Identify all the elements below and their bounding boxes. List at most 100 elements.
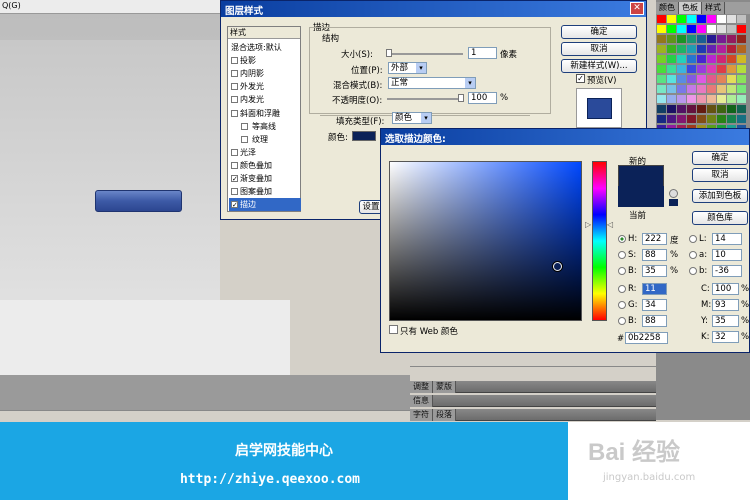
radio-rgb-1[interactable] (618, 301, 626, 309)
input-cmyk-0[interactable]: 100 (712, 283, 739, 295)
radio-rgb-0[interactable] (618, 285, 626, 293)
radio-lab-0[interactable] (689, 235, 697, 243)
cancel-button[interactable]: 取消 (561, 42, 637, 56)
color-swatch[interactable] (677, 105, 686, 113)
style-checkbox[interactable] (231, 161, 238, 169)
color-swatch[interactable] (657, 55, 666, 63)
picker-ok-button[interactable]: 确定 (692, 151, 748, 165)
ok-button[interactable]: 确定 (561, 25, 637, 39)
color-swatch[interactable] (717, 95, 726, 103)
color-swatch[interactable] (717, 25, 726, 33)
style-item[interactable]: 等高线 (229, 120, 301, 133)
style-item[interactable]: 外发光 (229, 80, 301, 93)
hue-arrow-left-icon[interactable]: ▷ (585, 220, 591, 229)
color-swatch[interactable] (717, 105, 726, 113)
tab-character[interactable]: 字符 (410, 409, 433, 421)
color-swatch[interactable] (737, 115, 746, 123)
style-checkbox[interactable] (241, 135, 248, 143)
style-checkbox[interactable] (231, 148, 238, 156)
fill-type-select[interactable]: 颜色 ▾ (392, 112, 432, 124)
color-swatch[interactable] (657, 45, 666, 53)
color-swatch[interactable] (727, 105, 736, 113)
style-checkbox[interactable] (231, 188, 238, 196)
color-swatch[interactable] (727, 55, 736, 63)
color-swatch[interactable] (727, 95, 736, 103)
color-swatch[interactable] (667, 45, 676, 53)
size-input[interactable]: 1 (468, 47, 497, 59)
hex-input[interactable]: 0b2258 (625, 332, 668, 344)
tab-swatches[interactable]: 色板 (679, 2, 702, 14)
color-swatch[interactable] (677, 95, 686, 103)
color-swatch[interactable] (677, 45, 686, 53)
tab-color[interactable]: 颜色 (656, 2, 679, 14)
color-swatch[interactable] (687, 15, 696, 23)
style-item[interactable]: 内阴影 (229, 67, 301, 80)
color-swatch[interactable] (667, 25, 676, 33)
color-swatch[interactable] (687, 65, 696, 73)
new-style-button[interactable]: 新建样式(W)... (561, 59, 637, 73)
color-swatch[interactable] (657, 115, 666, 123)
color-swatch[interactable] (687, 85, 696, 93)
color-swatch[interactable] (657, 95, 666, 103)
tab-styles[interactable]: 样式 (702, 2, 725, 14)
color-swatch[interactable] (667, 95, 676, 103)
panel-row-info[interactable]: 信息 (410, 395, 656, 407)
color-swatch[interactable] (707, 65, 716, 73)
color-swatch[interactable] (697, 35, 706, 43)
style-checkbox[interactable] (231, 96, 238, 104)
tab-info[interactable]: 信息 (410, 395, 433, 407)
color-swatch[interactable] (737, 55, 746, 63)
style-checkbox[interactable]: ✓ (231, 201, 238, 209)
color-swatch[interactable] (707, 75, 716, 83)
color-swatch[interactable] (687, 115, 696, 123)
size-slider[interactable] (387, 53, 463, 55)
color-swatch[interactable] (737, 85, 746, 93)
color-swatch[interactable] (737, 105, 746, 113)
web-only-checkbox[interactable] (389, 325, 398, 334)
color-libraries-button[interactable]: 颜色库 (692, 211, 748, 225)
style-item[interactable]: ✓ 渐变叠加 (229, 172, 301, 185)
color-swatch[interactable] (707, 105, 716, 113)
color-swatch[interactable] (717, 15, 726, 23)
color-swatch[interactable] (667, 105, 676, 113)
panel-row-char[interactable]: 字符 段落 (410, 409, 656, 421)
color-swatch[interactable] (717, 75, 726, 83)
input-rgb-1[interactable]: 34 (642, 299, 667, 311)
style-item[interactable]: 斜面和浮雕 (229, 107, 301, 120)
color-swatch[interactable] (717, 55, 726, 63)
radio-lab-2[interactable] (689, 267, 697, 275)
color-swatch[interactable] (657, 35, 666, 43)
color-swatch[interactable] (667, 115, 676, 123)
color-swatch[interactable] (657, 85, 666, 93)
color-swatch[interactable] (667, 85, 676, 93)
style-checkbox[interactable] (231, 109, 238, 117)
color-swatch[interactable] (717, 115, 726, 123)
web-safe-icon[interactable] (669, 199, 678, 206)
color-swatch[interactable] (697, 95, 706, 103)
color-swatch[interactable] (727, 65, 736, 73)
style-checkbox[interactable]: ✓ (231, 175, 238, 183)
color-swatch[interactable] (707, 35, 716, 43)
gamut-warning-icon[interactable] (669, 189, 678, 198)
color-swatch[interactable] (727, 25, 736, 33)
size-slider-thumb[interactable] (386, 49, 392, 57)
color-swatch[interactable] (717, 85, 726, 93)
color-swatch[interactable] (687, 25, 696, 33)
color-swatch[interactable] (707, 85, 716, 93)
style-checkbox[interactable] (231, 83, 238, 91)
input-hsb-1[interactable]: 88 (642, 249, 667, 261)
style-checkbox[interactable] (231, 57, 238, 65)
color-swatch[interactable] (707, 15, 716, 23)
input-cmyk-3[interactable]: 32 (712, 331, 739, 343)
style-item[interactable]: 颜色叠加 (229, 159, 301, 172)
color-swatch[interactable] (697, 85, 706, 93)
style-item[interactable]: 纹理 (229, 133, 301, 146)
color-swatch[interactable] (667, 35, 676, 43)
style-item[interactable]: ✓ 描边 (229, 198, 301, 212)
style-checkbox[interactable] (231, 70, 238, 78)
add-to-swatches-button[interactable]: 添加到色板 (692, 189, 748, 203)
color-swatch[interactable] (667, 55, 676, 63)
color-swatch[interactable] (687, 35, 696, 43)
picker-cancel-button[interactable]: 取消 (692, 168, 748, 182)
color-swatch[interactable] (697, 25, 706, 33)
